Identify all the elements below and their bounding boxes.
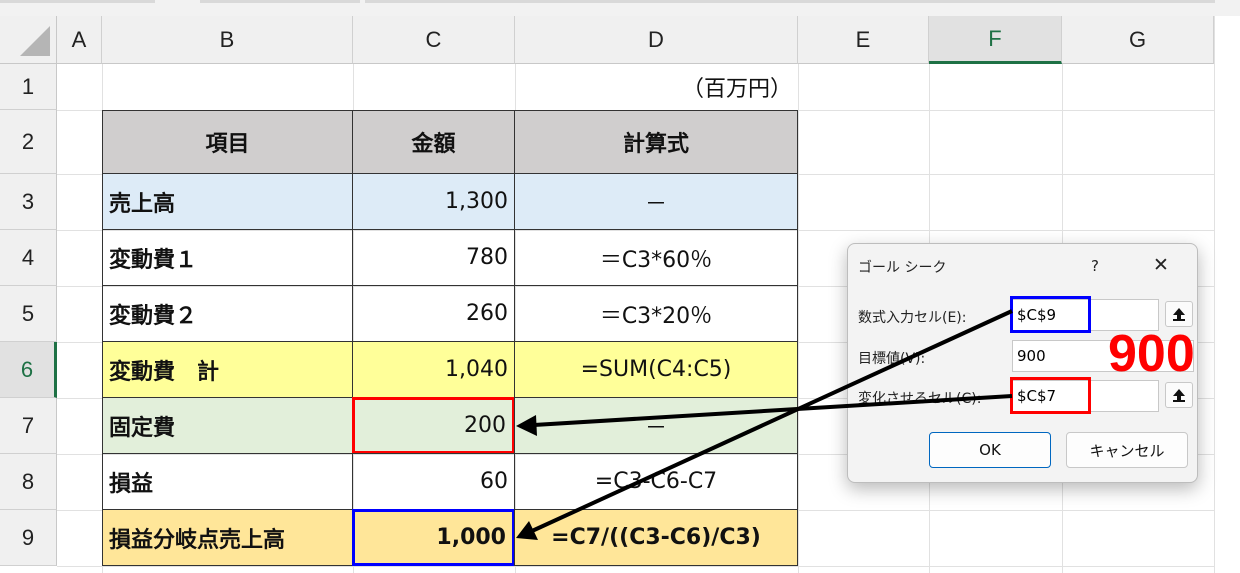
target-value-annotation: 900 (1108, 325, 1195, 383)
annotation-arrows (516, 309, 1013, 540)
arrow-head-fixed-cost (516, 415, 537, 436)
